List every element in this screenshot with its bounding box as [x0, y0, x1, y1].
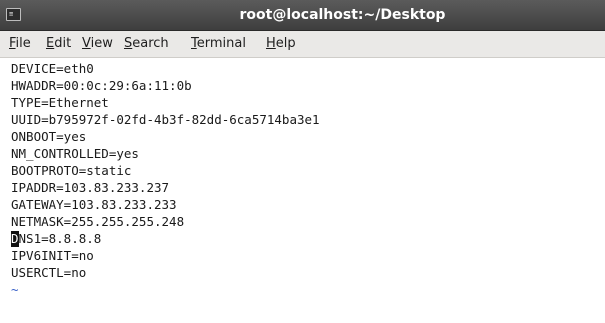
terminal-line: UUID=b795972f-02fd-4b3f-82dd-6ca5714ba3e… [11, 112, 320, 127]
menu-file-label: ile [15, 36, 31, 51]
cursor-line-rest: NS1=8.8.8.8 [18, 231, 102, 246]
terminal-line-cursor: DNS1=8.8.8.8 [11, 231, 101, 247]
menu-help-mnemonic: H [266, 36, 276, 51]
menu-view-label: iew [90, 36, 113, 51]
menu-help-label: elp [275, 36, 296, 51]
text-cursor: D [11, 231, 19, 247]
menu-edit-mnemonic: E [46, 36, 55, 51]
terminal-window: ≡ root@localhost:~/Desktop File Edit Vie… [0, 0, 605, 323]
empty-line-marker: ~ [11, 282, 19, 297]
menu-bar: File Edit View Search Terminal Help [0, 31, 605, 58]
menu-file[interactable]: File [6, 31, 34, 57]
menu-search-label: earch [132, 36, 169, 51]
terminal-line: GATEWAY=103.83.233.233 [11, 197, 177, 212]
terminal-line: NM_CONTROLLED=yes [11, 146, 139, 161]
menu-search[interactable]: Search [121, 31, 172, 57]
menu-terminal[interactable]: Terminal [188, 31, 249, 57]
terminal-line: DEVICE=eth0 [11, 61, 94, 76]
menu-edit[interactable]: Edit [43, 31, 74, 57]
menu-view[interactable]: View [79, 31, 116, 57]
terminal-line: TYPE=Ethernet [11, 95, 109, 110]
title-bar[interactable]: ≡ root@localhost:~/Desktop [0, 0, 605, 31]
terminal-text-area[interactable]: DEVICE=eth0 HWADDR=00:0c:29:6a:11:0b TYP… [0, 58, 605, 323]
terminal-line: HWADDR=00:0c:29:6a:11:0b [11, 78, 192, 93]
menu-view-mnemonic: V [82, 36, 91, 51]
window-title: root@localhost:~/Desktop [239, 7, 446, 23]
menu-help[interactable]: Help [263, 31, 299, 57]
terminal-line: NETMASK=255.255.255.248 [11, 214, 185, 229]
menu-terminal-label: erminal [196, 36, 246, 51]
terminal-line: BOOTPROTO=static [11, 163, 132, 178]
menu-edit-label: dit [54, 36, 72, 51]
terminal-line: USERCTL=no [11, 265, 87, 280]
terminal-line: IPADDR=103.83.233.237 [11, 180, 170, 195]
terminal-line: ONBOOT=yes [11, 129, 87, 144]
terminal-line: IPV6INIT=no [11, 248, 94, 263]
